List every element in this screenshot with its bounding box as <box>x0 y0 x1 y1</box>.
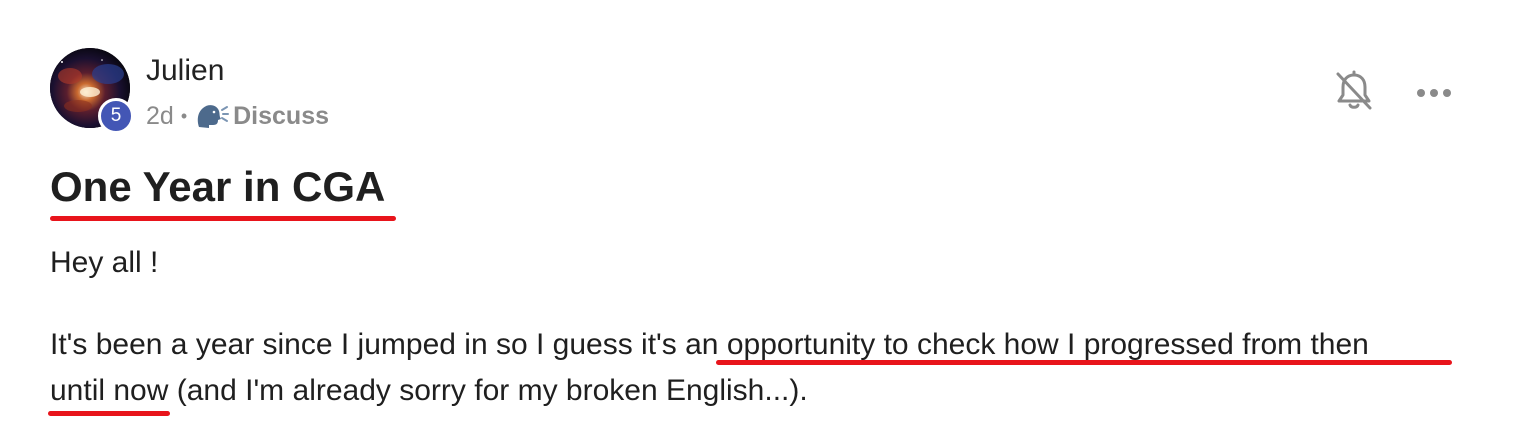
highlight-underline-mark <box>48 411 170 416</box>
speaking-head-icon <box>195 101 230 131</box>
category-link[interactable]: Discuss <box>233 102 329 131</box>
level-badge: 5 <box>98 98 134 134</box>
body-text: It's been a year since I jumped in so I … <box>50 328 686 361</box>
body-text: (and I'm already sorry for my broken Eng… <box>168 374 808 407</box>
title-underline-mark <box>50 216 396 221</box>
author-avatar-wrap[interactable]: 5 <box>50 48 134 134</box>
highlighted-text: an opportunity to check how I progressed… <box>685 328 1369 361</box>
greeting-text: Hey all ! <box>50 246 159 279</box>
highlighted-text: until now <box>50 374 169 407</box>
post-body: It's been a year since I jumped in so I … <box>50 322 1369 414</box>
more-horizontal-icon[interactable] <box>1412 74 1458 110</box>
author-name[interactable]: Julien <box>146 52 224 90</box>
post-title[interactable]: One Year in CGA <box>50 160 385 214</box>
highlight-underline-mark <box>716 360 1452 365</box>
post-card: 5 Julien 2d • Discuss One Year in CGA He… <box>0 0 1522 432</box>
post-meta: 2d • Discuss <box>146 98 329 134</box>
bell-off-icon[interactable] <box>1334 70 1374 112</box>
time-ago: 2d <box>146 101 174 130</box>
meta-separator: • <box>180 105 188 126</box>
